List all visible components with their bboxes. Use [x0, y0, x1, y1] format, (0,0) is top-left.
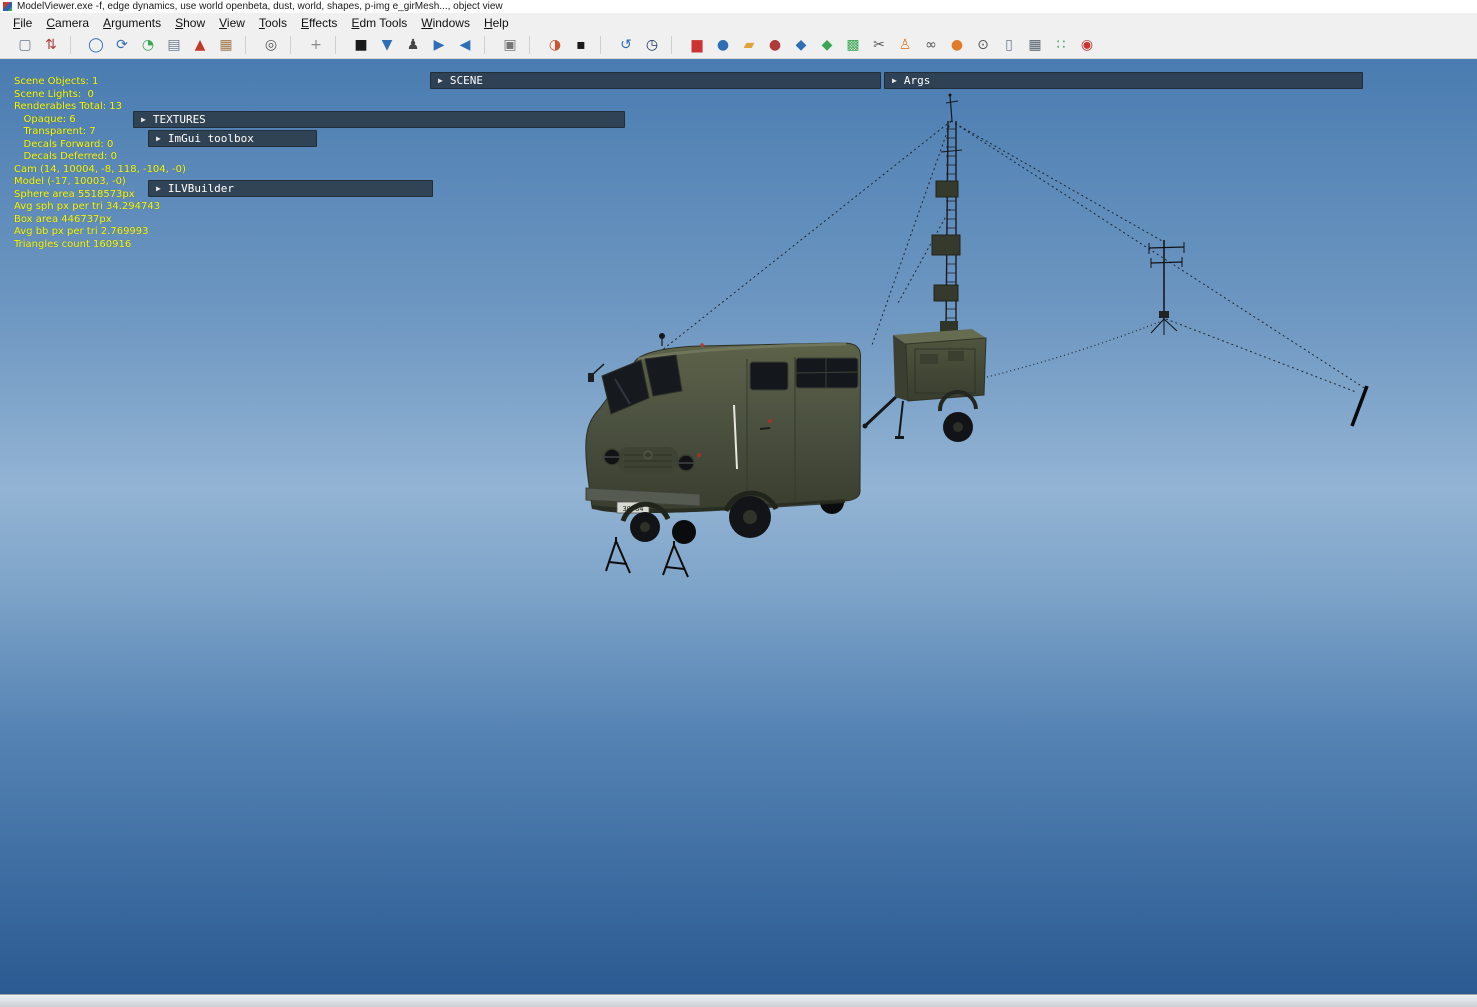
panel-header-args[interactable]: ▶ Args	[884, 72, 1363, 89]
menu-tools[interactable]: Tools	[252, 15, 294, 31]
find-model-icon[interactable]: ⊙	[970, 34, 996, 56]
viewport-3d[interactable]: 30-84 Scene Objects: 1Scene Lights: 0Ren…	[0, 59, 1477, 994]
chevron-right-icon: ▶	[892, 72, 897, 89]
particle-icon[interactable]: ●	[710, 34, 736, 56]
app-icon	[3, 2, 12, 11]
folder-icon[interactable]: ▰	[736, 34, 762, 56]
model-viewer-window: ModelViewer.exe -f, edge dynamics, use w…	[0, 0, 1477, 1007]
chart-icon[interactable]: ▆	[684, 34, 710, 56]
play-icon[interactable]: ▶	[426, 34, 452, 56]
notes-icon[interactable]: ▯	[996, 34, 1022, 56]
scene-canvas: 30-84	[0, 59, 1477, 994]
new-document-icon[interactable]: ▢	[12, 34, 38, 56]
bottom-strip	[0, 994, 1477, 1007]
render-target-icon[interactable]: ■	[348, 34, 374, 56]
ground-stick	[1352, 386, 1367, 426]
toolbar-separator	[335, 36, 348, 54]
scissors-icon[interactable]: ✂	[866, 34, 892, 56]
menu-camera[interactable]: Camera	[39, 15, 96, 31]
menu-view[interactable]: View	[212, 15, 252, 31]
menu-windows[interactable]: Windows	[414, 15, 477, 31]
grid-icon[interactable]: ▦	[1022, 34, 1048, 56]
antenna-mast[interactable]	[932, 94, 962, 332]
record-icon[interactable]: ◉	[1074, 34, 1100, 56]
menu-effects[interactable]: Effects	[294, 15, 344, 31]
chevron-right-icon: ▶	[156, 180, 161, 197]
binoculars-icon[interactable]: ∞	[918, 34, 944, 56]
media-document-icon[interactable]: ▤	[161, 34, 187, 56]
menu-edm-tools[interactable]: Edm Tools	[344, 15, 414, 31]
toolbar-separator	[600, 36, 613, 54]
skeleton-icon[interactable]: ♙	[892, 34, 918, 56]
panel-label-ilvbuilder: ILVBuilder	[168, 180, 234, 197]
menu-bar: FileCameraArgumentsShowViewToolsEffectsE…	[0, 13, 1477, 32]
toolbar-separator	[245, 36, 258, 54]
toolbar-separator	[671, 36, 684, 54]
panel-label-imgui-toolbox: ImGui toolbox	[168, 130, 254, 147]
support-jacks	[606, 537, 688, 577]
chevron-right-icon: ▶	[438, 72, 443, 89]
color-wheel-icon[interactable]: ◑	[542, 34, 568, 56]
panel-label-scene: SCENE	[450, 72, 483, 89]
panel-header-ilvbuilder[interactable]: ▶ ILVBuilder	[148, 180, 433, 197]
chevron-right-icon: ▶	[156, 130, 161, 147]
character-icon[interactable]: ♟	[400, 34, 426, 56]
debug-line: Scene Lights: 0	[14, 89, 186, 102]
filter-icon[interactable]: ▼	[374, 34, 400, 56]
debug-line: Triangles count 160916	[14, 239, 186, 252]
menu-file[interactable]: File	[6, 15, 39, 31]
window-title: ModelViewer.exe -f, edge dynamics, use w…	[17, 1, 503, 12]
toolbar-separator	[290, 36, 303, 54]
debug-line: Decals Deferred: 0	[14, 151, 186, 164]
toolbar-separator	[70, 36, 83, 54]
dipole-antenna[interactable]	[1149, 240, 1184, 335]
red-sphere-icon[interactable]: ●	[762, 34, 788, 56]
debug-line: Cam (14, 10004, -8, 118, -104, -0)	[14, 164, 186, 177]
browser-icon[interactable]: ◔	[135, 34, 161, 56]
menu-help[interactable]: Help	[477, 15, 516, 31]
archive-icon[interactable]: ▦	[213, 34, 239, 56]
debug-line: Avg bb px per tri 2.769993	[14, 226, 186, 239]
toolbar-separator	[529, 36, 542, 54]
chevron-right-icon: ▶	[141, 111, 146, 128]
debug-line: Box area 446737px	[14, 214, 186, 227]
menu-arguments[interactable]: Arguments	[96, 15, 168, 31]
debug-line: Avg sph px per tri 34.294743	[14, 201, 186, 214]
van-model[interactable]: 30-84	[586, 333, 861, 577]
material-icon[interactable]: ▣	[497, 34, 523, 56]
menu-show[interactable]: Show	[168, 15, 212, 31]
dots-grid-icon[interactable]: ∷	[1048, 34, 1074, 56]
debug-overlay: Scene Objects: 1Scene Lights: 0Renderabl…	[14, 76, 186, 251]
screenshot-icon[interactable]: ◎	[258, 34, 284, 56]
panel-label-textures: TEXTURES	[153, 111, 206, 128]
undo-icon[interactable]: ↺	[613, 34, 639, 56]
ball-icon[interactable]: ●	[944, 34, 970, 56]
toolbar-separator	[484, 36, 497, 54]
export-document-icon[interactable]: ▲	[187, 34, 213, 56]
toolbar: ▢⇅◯⟳◔▤▲▦◎+■▼♟▶◀▣◑▪↺◷▆●▰●◆◆▩✂♙∞●⊙▯▦∷◉	[0, 32, 1477, 59]
panel-label-args: Args	[904, 72, 931, 89]
world-time-icon[interactable]: ◷	[639, 34, 665, 56]
title-bar[interactable]: ModelViewer.exe -f, edge dynamics, use w…	[0, 0, 1477, 13]
cube-blue-icon[interactable]: ◆	[788, 34, 814, 56]
fullscreen-icon[interactable]: ▪	[568, 34, 594, 56]
sphere-preview-icon[interactable]: ◯	[83, 34, 109, 56]
reload-icon[interactable]: ⟳	[109, 34, 135, 56]
move-gizmo-icon[interactable]: +	[303, 34, 329, 56]
pose-export-icon[interactable]: ⇅	[38, 34, 64, 56]
panel-header-imgui-toolbox[interactable]: ▶ ImGui toolbox	[148, 130, 317, 147]
cube-green-icon[interactable]: ◆	[814, 34, 840, 56]
rewind-icon[interactable]: ◀	[452, 34, 478, 56]
panel-header-textures[interactable]: ▶ TEXTURES	[133, 111, 625, 128]
debug-line: Scene Objects: 1	[14, 76, 186, 89]
image-icon[interactable]: ▩	[840, 34, 866, 56]
panel-header-scene[interactable]: ▶ SCENE	[430, 72, 881, 89]
trailer-model[interactable]	[863, 321, 987, 442]
